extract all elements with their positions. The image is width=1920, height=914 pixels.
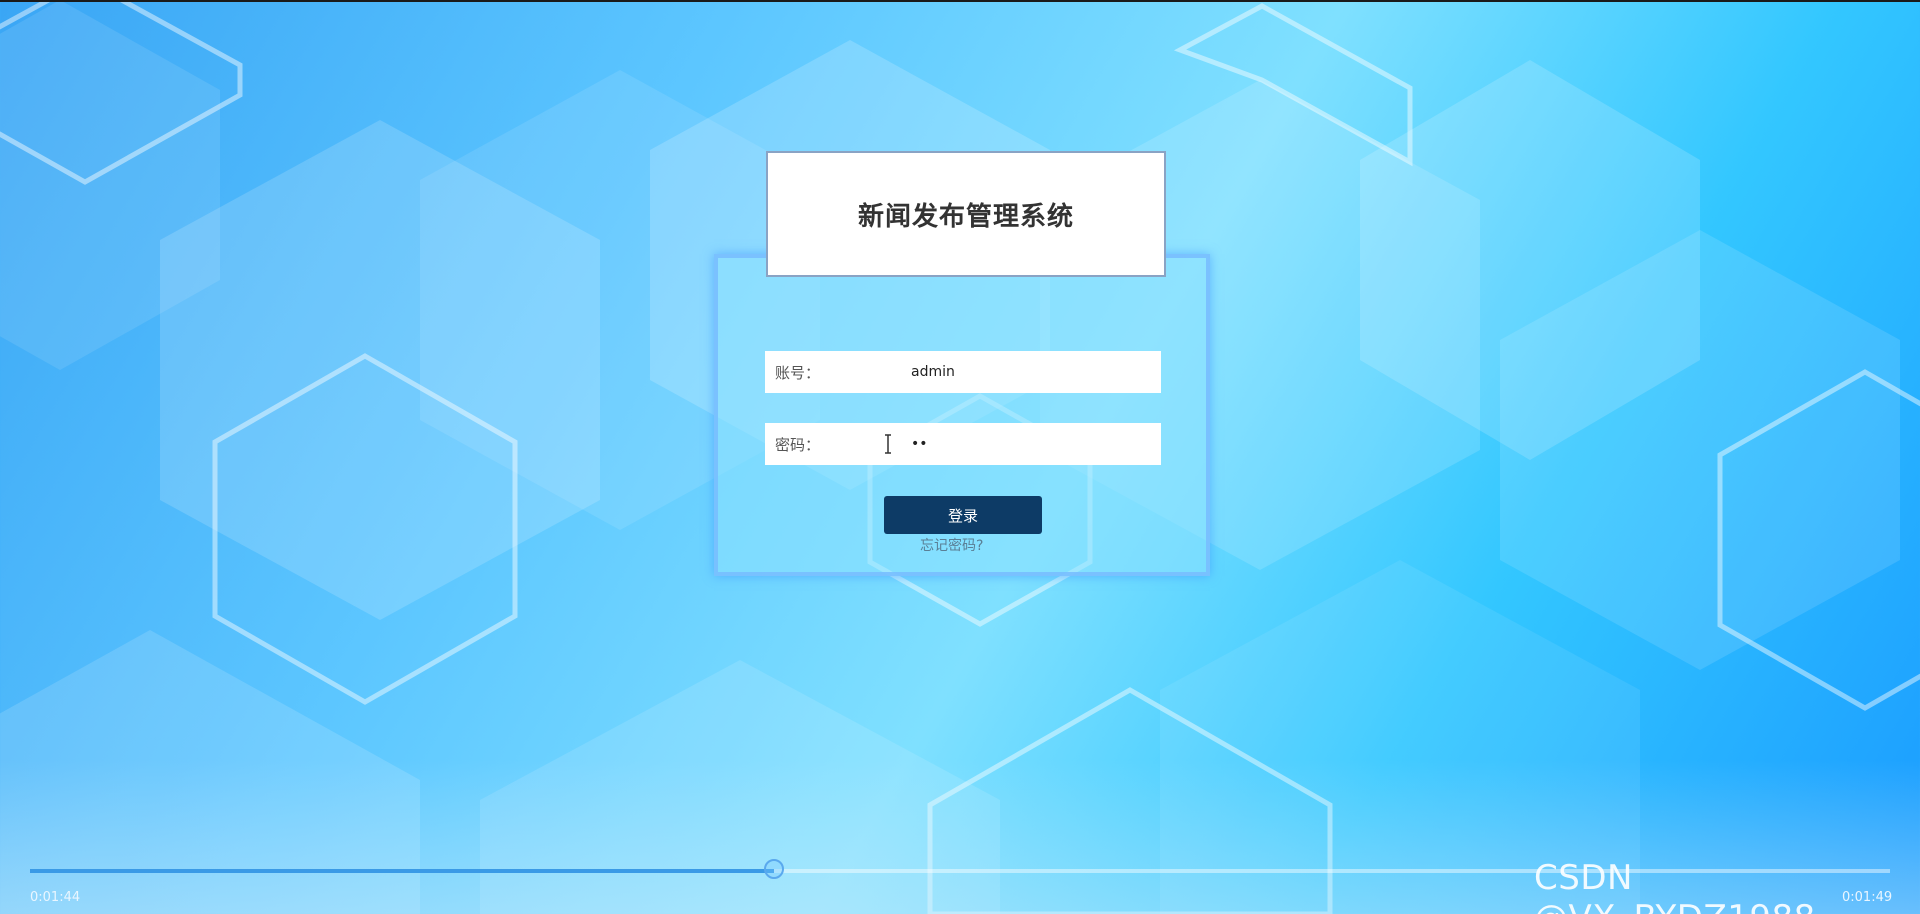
username-label: 账号： bbox=[775, 363, 821, 382]
video-progress-fill bbox=[30, 869, 774, 873]
video-progress-handle[interactable] bbox=[764, 859, 784, 879]
page-title: 新闻发布管理系统 bbox=[857, 201, 1074, 232]
username-input[interactable] bbox=[911, 351, 1161, 393]
password-input[interactable] bbox=[911, 423, 1161, 465]
forgot-password-link[interactable]: 忘记密码? bbox=[920, 535, 1006, 555]
login-button[interactable]: 登录 bbox=[884, 496, 1042, 534]
username-field[interactable]: 账号： bbox=[765, 351, 1161, 393]
watermark-text: CSDN @VX_BYDZ1988 bbox=[1534, 858, 1815, 914]
title-card: 新闻发布管理系统 bbox=[766, 151, 1166, 277]
current-time: 0:01:44 bbox=[30, 890, 81, 905]
window-top-border bbox=[0, 0, 1920, 2]
password-field[interactable]: 密码： bbox=[765, 423, 1161, 465]
i-beam-cursor-icon bbox=[885, 434, 891, 454]
